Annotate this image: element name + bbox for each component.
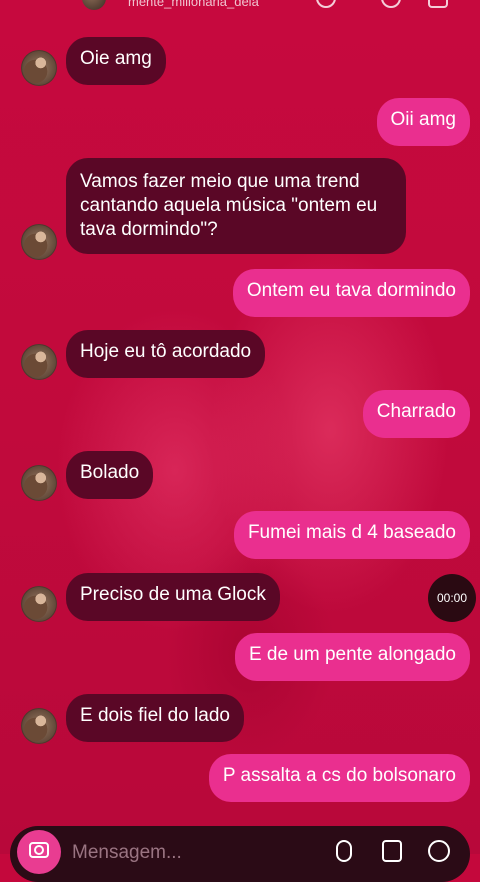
sticker-icon[interactable] (428, 840, 450, 862)
message-outgoing[interactable]: Fumei mais d 4 baseado (233, 511, 470, 559)
video-call-icon[interactable] (381, 0, 401, 8)
mic-icon[interactable] (336, 840, 352, 862)
contact-avatar[interactable] (21, 708, 57, 744)
message-input[interactable]: Mensagem... (72, 842, 182, 864)
contact-avatar[interactable] (21, 344, 57, 380)
message-outgoing[interactable]: Ontem eu tava dormindo (232, 269, 470, 317)
message-incoming[interactable]: Oie amg (66, 37, 166, 85)
info-icon[interactable] (428, 0, 448, 8)
contact-avatar[interactable] (21, 50, 57, 86)
header-username[interactable]: mente_milionaria_dela (128, 0, 259, 9)
message-incoming[interactable]: Vamos fazer meio que uma trend cantando … (66, 158, 406, 254)
message-incoming[interactable]: Preciso de uma Glock (66, 573, 280, 621)
phone-call-icon[interactable] (316, 0, 336, 8)
header-avatar[interactable] (82, 0, 106, 10)
camera-button[interactable] (17, 830, 61, 874)
video-timer[interactable]: 00:00 (428, 574, 476, 622)
message-incoming[interactable]: Hoje eu tô acordado (66, 330, 266, 378)
gallery-icon[interactable] (382, 840, 402, 862)
message-outgoing[interactable]: P assalta a cs do bolsonaro (208, 754, 470, 802)
chat-header[interactable]: mente_milionaria_dela (0, 0, 480, 12)
contact-avatar[interactable] (21, 586, 57, 622)
message-incoming[interactable]: Bolado (66, 451, 154, 499)
contact-avatar[interactable] (21, 224, 57, 260)
message-outgoing[interactable]: E de um pente alongado (234, 633, 470, 681)
message-outgoing[interactable]: Charrado (362, 390, 470, 438)
contact-avatar[interactable] (21, 465, 57, 501)
message-outgoing[interactable]: Oii amg (376, 98, 470, 146)
message-incoming[interactable]: E dois fiel do lado (66, 694, 244, 742)
